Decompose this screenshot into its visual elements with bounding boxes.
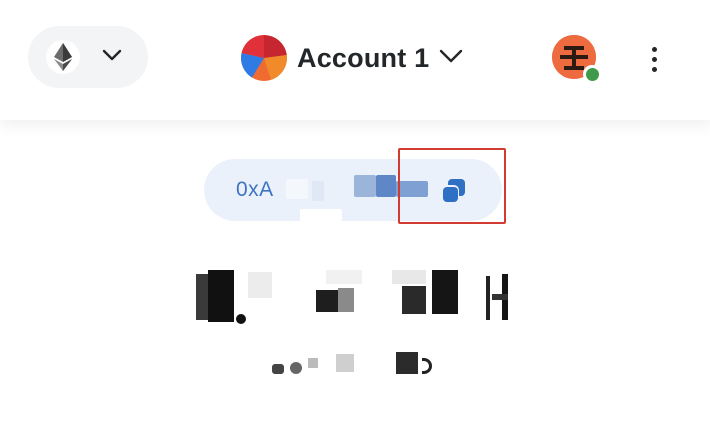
redacted-block xyxy=(286,179,308,199)
network-chevron-down-icon xyxy=(102,48,122,66)
redacted-block xyxy=(376,175,396,197)
profile-avatar-button[interactable] xyxy=(552,35,601,83)
account-selector[interactable]: Account 1 xyxy=(241,34,463,82)
address-text: 0xA xyxy=(236,178,274,201)
copy-icon[interactable] xyxy=(436,174,470,208)
redacted-block xyxy=(396,181,428,197)
redacted-block xyxy=(300,209,342,221)
account-avatar xyxy=(241,35,287,81)
redacted-block xyxy=(312,181,324,201)
account-chevron-down-icon xyxy=(439,49,463,68)
redacted-block xyxy=(354,175,376,197)
account-name: Account 1 xyxy=(297,42,430,73)
kebab-menu-icon[interactable] xyxy=(640,42,668,76)
balance-amount-redacted xyxy=(196,266,516,330)
connection-status-dot xyxy=(583,65,601,83)
network-selector[interactable] xyxy=(28,26,148,88)
app-header: Account 1 xyxy=(0,0,710,120)
fiat-balance-redacted xyxy=(262,350,442,382)
ethereum-icon xyxy=(46,40,80,74)
